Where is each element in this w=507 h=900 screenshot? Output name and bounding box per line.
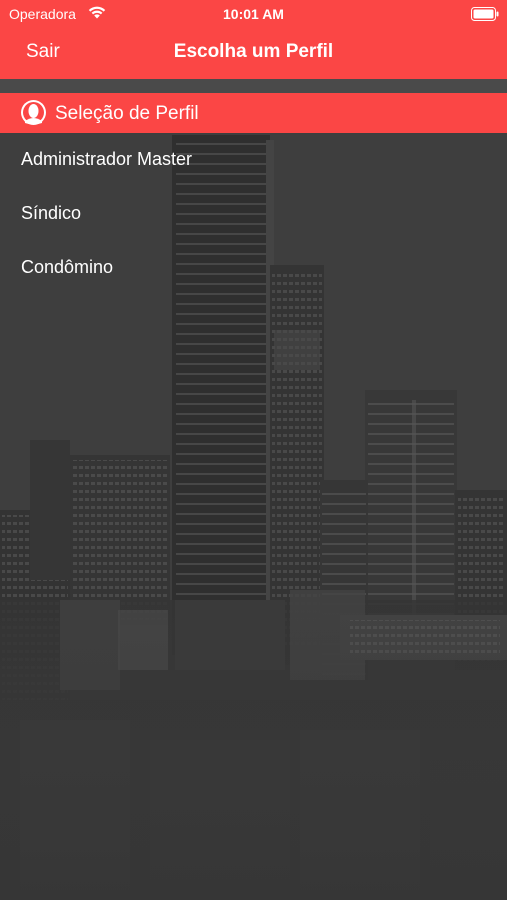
navigation-bar: Operadora 10:01 AM Sair Escolha um Perfi… [0,0,507,79]
status-time: 10:01 AM [223,6,284,22]
nav-divider [0,79,507,93]
profile-item-label: Administrador Master [21,149,193,169]
profile-item-label: Condômino [21,257,114,277]
profile-list: Administrador Master Síndico Condômino [0,133,507,295]
battery-icon [471,7,499,24]
user-profile-icon [20,99,47,131]
profile-item-administrador-master[interactable]: Administrador Master [0,133,507,187]
section-title: Seleção de Perfil [55,103,199,124]
profile-item-sindico[interactable]: Síndico [0,187,507,241]
page-title: Escolha um Perfil [173,41,334,62]
profile-item-condomino[interactable]: Condômino [0,241,507,295]
section-header: Seleção de Perfil [0,93,507,133]
screen: Operadora 10:01 AM Sair Escolha um Perfi… [0,0,507,900]
profile-item-label: Síndico [21,203,82,223]
status-bar: Operadora 10:01 AM [0,0,507,28]
